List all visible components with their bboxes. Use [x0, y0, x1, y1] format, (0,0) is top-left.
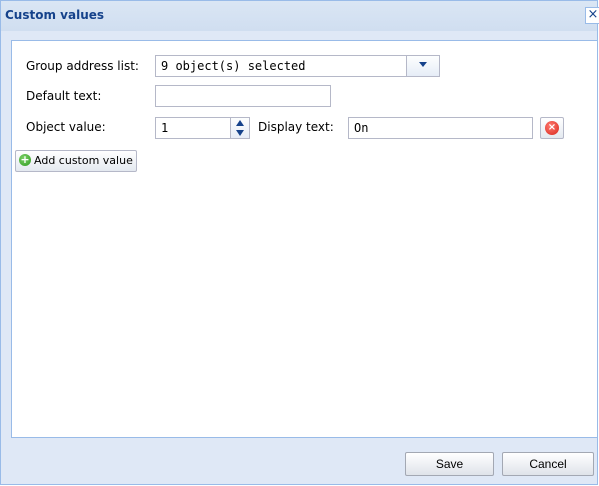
- window-title: Custom values: [5, 8, 105, 22]
- group-address-label: Group address list:: [26, 59, 139, 73]
- remove-value-button[interactable]: ×: [540, 117, 564, 139]
- group-address-dropdown-button[interactable]: [407, 55, 440, 77]
- spinner-up-icon[interactable]: [236, 120, 244, 126]
- save-button[interactable]: Save: [405, 452, 494, 476]
- close-icon[interactable]: ×: [585, 7, 599, 24]
- custom-values-window: Custom values × Group address list: 9 ob…: [0, 0, 599, 485]
- remove-circle-icon: ×: [545, 121, 559, 135]
- default-text-label: Default text:: [26, 89, 102, 103]
- spinner-down-icon[interactable]: [236, 130, 244, 136]
- display-text-label: Display text:: [258, 120, 334, 134]
- object-value-input[interactable]: 1: [155, 117, 231, 139]
- default-text-input[interactable]: [155, 85, 331, 107]
- display-text-input[interactable]: On: [348, 117, 533, 139]
- form-panel: Group address list: 9 object(s) selected…: [11, 40, 598, 438]
- object-value-label: Object value:: [26, 120, 106, 134]
- cancel-button[interactable]: Cancel: [502, 452, 594, 476]
- window-titlebar[interactable]: Custom values ×: [1, 1, 599, 31]
- group-address-combo[interactable]: 9 object(s) selected: [155, 55, 407, 77]
- plus-circle-icon: +: [19, 153, 31, 166]
- chevron-down-icon: [419, 62, 427, 67]
- object-value-spinner[interactable]: [231, 117, 250, 139]
- add-custom-value-label: Add custom value: [34, 154, 133, 167]
- add-custom-value-button[interactable]: + Add custom value: [15, 150, 137, 172]
